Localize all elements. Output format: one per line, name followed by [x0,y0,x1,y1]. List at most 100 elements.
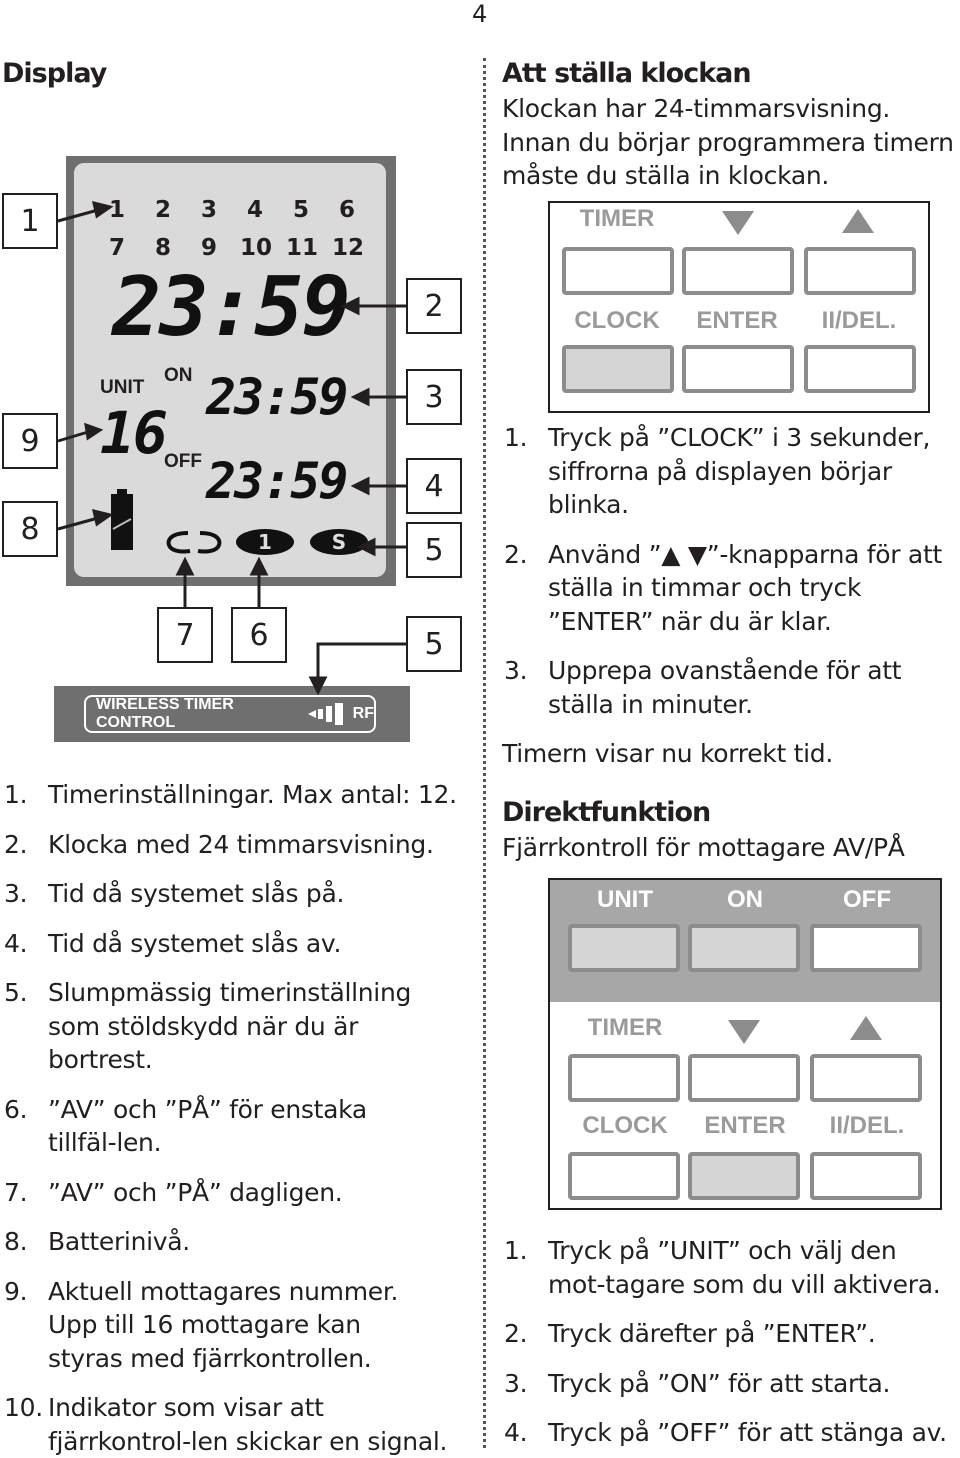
clock-label: CLOCK [582,1112,668,1139]
unit-label: UNIT [597,886,653,913]
item-number: 2. [4,829,28,859]
enter-button[interactable] [682,345,794,393]
list-item: 6. ”AV” och ”PÅ” för enstaka tillfäl-len. [4,1093,470,1160]
list-item: 2. Använd ”▲ ▼”-knapparna för att ställa … [504,538,960,639]
wireless-timer-label-box: WIRELESS TIMER CONTROL RF [84,695,376,733]
item-text: Tid då systemet slås på. [48,879,345,908]
off-button[interactable] [810,924,922,972]
timer-button[interactable] [562,247,674,295]
off-label: OFF [843,886,891,913]
step-number: 1. [504,1236,528,1265]
step-text: Tryck på ”ON” för att starta. [548,1368,891,1398]
item-number: 4. [4,928,28,958]
list-item: 10. Indikator som visar att fjärrkontrol-… [4,1391,470,1458]
callout-4: 4 [406,458,462,514]
step-text: Tryck på ”CLOCK” i 3 sekunder, siffrorna… [548,423,931,519]
item-text: Aktuell mottagares nummer. Upp till 16 m… [48,1276,399,1373]
callout-2: 2 [406,278,462,334]
callout-5-rf: 5 [406,616,462,672]
callout-8: 8 [2,501,58,557]
item-number: 10. [4,1393,43,1422]
step-number: 1. [504,423,528,452]
list-item: 7. ”AV” och ”PÅ” dagligen. [4,1176,470,1210]
timer-button[interactable] [568,1054,680,1102]
step-number: 4. [504,1418,528,1447]
callout-arrows [57,200,406,696]
up-arrow-icon [850,1016,882,1040]
callout-7: 7 [157,607,213,663]
list-item: 1. Timerinställningar. Max antal: 12. [4,778,470,812]
direct-steps: 1. Tryck på ”UNIT” och välj den mot-tagar… [504,1234,960,1450]
clock-section-intro: Klockan har 24-timmarsvisning. Innan du … [502,94,954,190]
item-number: 7. [4,1177,28,1207]
step-number: 3. [504,1368,528,1398]
del-label: II/DEL. [821,307,897,334]
timer-label: TIMER [579,205,655,232]
list-item: 3. Upprepa ovanstående för att ställa in … [504,654,960,721]
del-button[interactable] [804,345,916,393]
on-label: ON [727,886,763,913]
unit-button[interactable] [568,924,680,972]
list-item: 1. Tryck på ”UNIT” och välj den mot-tagar… [504,1234,960,1301]
list-item: 1. Tryck på ”CLOCK” i 3 sekunder, siffror… [504,421,960,522]
signal-icon [307,703,343,725]
item-number: 8. [4,1227,28,1256]
del-label: II/DEL. [829,1112,905,1139]
list-item: 3. Tid då systemet slås på. [4,877,470,911]
up-button[interactable] [810,1054,922,1102]
list-item: 5. Slumpmässig timerinställning som stöld… [4,976,470,1077]
item-text: ”AV” och ”PÅ” dagligen. [48,1177,343,1207]
item-number: 1. [4,780,28,809]
item-number: 5. [4,978,28,1007]
enter-button[interactable] [688,1152,800,1200]
display-legend-list: 1. Timerinställningar. Max antal: 12. 2. K… [4,778,470,1458]
enter-label: ENTER [696,307,778,334]
callout-3: 3 [406,369,462,425]
timer-label: TIMER [587,1014,663,1041]
clock-section-heading: Att ställa klockan [502,58,752,89]
clock-label: CLOCK [574,307,660,334]
list-item: 4. Tid då systemet slås av. [4,927,470,961]
direct-section-heading: Direktfunktion [502,797,711,828]
del-button[interactable] [810,1152,922,1200]
step-text: Använd ”▲ ▼”-knapparna för att ställa in… [548,539,942,636]
up-button[interactable] [804,247,916,295]
remote-panel-direct: UNIT ON OFF TIMER CLOCK ENTER II/DEL. [548,878,942,1210]
step-text: Tryck på ”OFF” för att stänga av. [548,1418,947,1447]
item-text: Klocka med 24 timmarsvisning. [48,829,434,859]
step-number: 2. [504,1319,528,1348]
down-arrow-icon [728,1020,760,1044]
item-text: Indikator som visar att fjärrkontrol-len… [48,1393,448,1456]
step-text: Tryck därefter på ”ENTER”. [548,1319,876,1348]
clock-button[interactable] [568,1152,680,1200]
list-item: 2. Tryck därefter på ”ENTER”. [504,1317,960,1351]
step-text: Tryck på ”UNIT” och välj den mot-tagare … [548,1236,941,1299]
item-text: Slumpmässig timerinställning som stöldsk… [48,978,412,1074]
clock-button[interactable] [562,345,674,393]
remote-panel-clock: TIMER CLOCK ENTER II/DEL. [548,201,930,413]
list-item: 3. Tryck på ”ON” för att starta. [504,1367,960,1401]
callout-5: 5 [406,522,462,578]
up-arrow-icon [842,209,874,233]
on-button[interactable] [688,924,800,972]
down-button[interactable] [688,1054,800,1102]
down-arrow-icon [722,211,754,235]
direct-section-intro: Fjärrkontroll för mottagare AV/PÅ [502,833,905,862]
callout-1: 1 [2,193,58,249]
item-text: ”AV” och ”PÅ” för enstaka tillfäl-len. [48,1094,367,1158]
list-item: 2. Klocka med 24 timmarsvisning. [4,828,470,862]
clock-section-outro: Timern visar nu korrekt tid. [502,739,833,768]
step-number: 2. [504,539,528,569]
rf-label: RF [352,705,374,722]
callout-6: 6 [231,607,287,663]
wireless-timer-label: WIRELESS TIMER CONTROL [96,696,234,731]
step-text: Upprepa ovanstående för att ställa in mi… [548,656,902,719]
list-item: 9. Aktuell mottagares nummer. Upp till 16… [4,1275,470,1376]
step-number: 3. [504,656,528,685]
down-button[interactable] [682,247,794,295]
enter-label: ENTER [704,1112,786,1139]
item-number: 3. [4,879,28,908]
item-text: Batterinivå. [48,1227,190,1256]
item-text: Timerinställningar. Max antal: 12. [48,780,457,809]
item-text: Tid då systemet slås av. [48,928,342,958]
